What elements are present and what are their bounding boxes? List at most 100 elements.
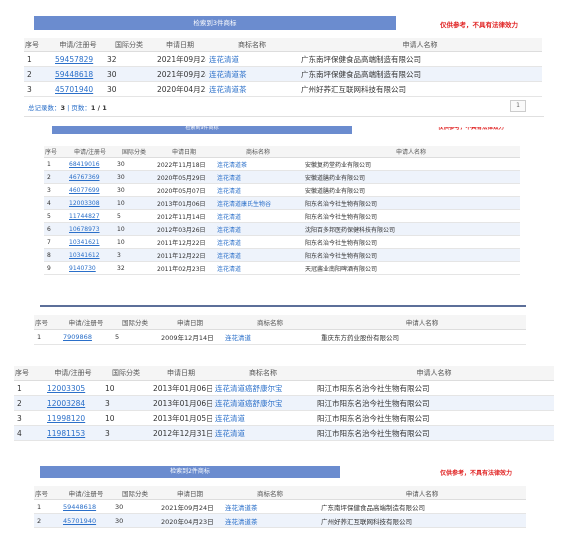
- applicant-cell: 安徽道膳药业有限公司: [302, 170, 520, 184]
- trademark-name-link[interactable]: 连花清道茶: [209, 70, 247, 79]
- trademark-name-link[interactable]: 连花清道茶: [209, 85, 247, 94]
- applicant-cell: 广东南坪保健食品高端制造有限公司: [318, 499, 526, 514]
- trademark-name-link[interactable]: 连花清道: [215, 429, 245, 438]
- table-row: 1 12003305 10 2013年01月06日 连花清道癌舒康尔宝 阳江市阳东名治今社…: [14, 380, 554, 396]
- registration-number-link[interactable]: 12003305: [47, 384, 85, 393]
- registration-number-link[interactable]: 11998120: [47, 414, 85, 423]
- class-cell: 30: [112, 513, 158, 528]
- registration-number-link[interactable]: 7909868: [63, 333, 92, 341]
- page-1-button[interactable]: 1: [510, 100, 526, 112]
- seq-cell: 8: [44, 248, 66, 262]
- header-class: 国际分类: [114, 146, 154, 158]
- results-count-bar: 检索到3件商标: [34, 16, 396, 30]
- table-cell: 连花清道: [214, 183, 302, 197]
- trademark-name-link[interactable]: 连花清道: [217, 253, 241, 260]
- registration-number-link[interactable]: 59448618: [55, 70, 93, 79]
- trademark-name-link[interactable]: 连花清道癌舒康尔宝: [215, 399, 283, 408]
- table-row: 1 68419016 30 2022年11月18日 连花清道茶 安徽复药堂药业有限公司: [44, 157, 520, 171]
- applicant-cell: 阳江市阳东名治今社生物有限公司: [314, 410, 554, 426]
- applicant-cell: 阳东名治今社生物有限公司: [302, 248, 520, 262]
- header-applicant: 申请人名称: [318, 315, 526, 330]
- registration-number-link[interactable]: 11981153: [47, 429, 85, 438]
- class-cell: 3: [114, 248, 154, 262]
- trademark-name-link[interactable]: 连花清道茶: [225, 504, 258, 512]
- seq-cell: 2: [14, 395, 44, 411]
- table-cell: 11744827: [66, 209, 114, 223]
- trademark-name-link[interactable]: 连花清道: [217, 227, 241, 234]
- header-seq: 序号: [14, 366, 44, 381]
- trademark-name-link[interactable]: 连花清道癌舒康尔宝: [215, 384, 283, 393]
- class-cell: 5: [112, 329, 158, 345]
- trademark-name-link[interactable]: 连花清道: [217, 188, 241, 195]
- registration-number-link[interactable]: 46767369: [69, 174, 100, 181]
- seq-cell: 1: [24, 51, 52, 67]
- applicant-cell: 阳江市阳东名治今社生物有限公司: [314, 425, 554, 441]
- trademark-name-link[interactable]: 连花清道: [217, 266, 241, 273]
- registration-number-link[interactable]: 59448618: [63, 503, 96, 511]
- seq-cell: 9: [44, 261, 66, 275]
- applicant-cell: 沈阳百多邦医药保健科技有限公司: [302, 222, 520, 236]
- table-cell: 连花清道茶: [214, 157, 302, 171]
- date-cell: 2022年11月18日: [154, 157, 214, 171]
- date-cell: 2011年02月23日: [154, 261, 214, 275]
- applicant-cell: 重庆东方药业股份有限公司: [318, 329, 526, 345]
- registration-number-link[interactable]: 46077699: [69, 187, 100, 194]
- date-cell: 2009年12月14日: [158, 329, 222, 345]
- registration-number-link[interactable]: 12003284: [47, 399, 85, 408]
- date-cell: 2013年01月06日: [150, 395, 212, 411]
- date-cell: 2020年05月29日: [154, 170, 214, 184]
- trademark-name-link[interactable]: 连花清道: [217, 240, 241, 247]
- registration-number-link[interactable]: 9140730: [69, 265, 96, 272]
- header-applicant: 申请人名称: [318, 486, 526, 500]
- table-cell: 连花清道茶: [222, 499, 318, 514]
- trademark-name-link[interactable]: 连花清道: [225, 334, 251, 342]
- trademark-name-link[interactable]: 连花清道: [215, 414, 245, 423]
- results-table: 序号 申请/注册号 国际分类 申请日期 商标名称 申请人名称 1 7909868 5 2009年…: [34, 315, 526, 345]
- table-cell: 连花清道: [214, 209, 302, 223]
- table-cell: 连花清道: [222, 329, 318, 345]
- header-seq: 序号: [44, 146, 66, 158]
- header-date: 申请日期: [158, 486, 222, 500]
- registration-number-link[interactable]: 59457829: [55, 55, 93, 64]
- class-cell: 5: [114, 209, 154, 223]
- table-row: 3 46077699 30 2020年05月07日 连花清道 安徽道膳药业有限公司: [44, 183, 520, 197]
- table-row: 259448618 302021年09月24日连花清道茶 广东南坪保健食品高端制造有…: [24, 66, 542, 82]
- registration-number-link[interactable]: 45701940: [55, 85, 93, 94]
- header-date: 申请日期: [158, 315, 222, 330]
- applicant-cell: 广东南坪保健食品高端制造有限公司: [298, 51, 542, 67]
- header-date: 申请日期: [154, 146, 214, 158]
- header-trademark-name: 商标名称: [212, 366, 314, 381]
- applicant-cell: 阳东名治今社生物有限公司: [302, 196, 520, 210]
- seq-cell: 2: [34, 513, 60, 528]
- registration-number-link[interactable]: 10341621: [69, 239, 100, 246]
- table-cell: 连花清道: [214, 235, 302, 249]
- table-row: 6 10678973 10 2012年03月26日 连花清道 沈阳百多邦医药保健科技有限公…: [44, 222, 520, 236]
- class-cell: 10: [114, 235, 154, 249]
- seq-cell: 1: [14, 380, 44, 396]
- trademark-name-link[interactable]: 连花清道茶: [217, 162, 247, 169]
- table-row: 7 10341621 10 2011年12月22日 连花清道 阳东名治今社生物有限公司: [44, 235, 520, 249]
- seq-cell: 6: [44, 222, 66, 236]
- table-cell: 11998120: [44, 410, 102, 426]
- registration-number-link[interactable]: 10341612: [69, 252, 100, 259]
- class-cell: 30: [114, 157, 154, 171]
- registration-number-link[interactable]: 11744827: [69, 213, 100, 220]
- registration-number-link[interactable]: 45701940: [63, 517, 96, 525]
- trademark-name-link[interactable]: 连花清道: [209, 55, 239, 64]
- table-header-row: 序号 申请/注册号 国际分类 申请日期 商标名称 申请人名称: [14, 366, 554, 381]
- seq-cell: 2: [24, 66, 52, 82]
- registration-number-link[interactable]: 68419016: [69, 161, 100, 168]
- trademark-name-link[interactable]: 连花清道: [217, 214, 241, 221]
- table-cell: 连花清道康氏生物谷: [214, 196, 302, 210]
- registration-number-link[interactable]: 10678973: [69, 226, 100, 233]
- trademark-name-link[interactable]: 连花清道茶: [225, 518, 258, 526]
- table-cell: 11981153: [44, 425, 102, 441]
- trademark-name-link[interactable]: 连花清道: [217, 175, 241, 182]
- registration-number-link[interactable]: 12003308: [69, 200, 100, 207]
- trademark-name-link[interactable]: 连花清道康氏生物谷: [217, 201, 271, 208]
- date-cell: 2021年09月24日: [154, 66, 206, 82]
- header-seq: 序号: [24, 38, 52, 52]
- table-cell: 45701940: [52, 81, 104, 97]
- table-cell: 10341621: [66, 235, 114, 249]
- seq-cell: 2: [44, 170, 66, 184]
